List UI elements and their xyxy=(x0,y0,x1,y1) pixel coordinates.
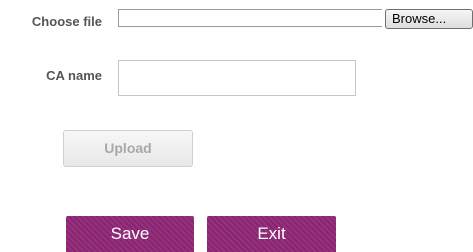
save-button[interactable]: Save xyxy=(66,216,194,252)
ca-name-input[interactable] xyxy=(118,60,356,96)
choose-file-label: Choose file xyxy=(31,14,102,29)
ca-name-label: CA name xyxy=(46,68,102,83)
browse-button[interactable]: Browse... xyxy=(385,9,473,29)
exit-button[interactable]: Exit xyxy=(207,216,336,252)
file-path-field[interactable] xyxy=(118,9,382,27)
upload-button[interactable]: Upload xyxy=(63,130,193,167)
